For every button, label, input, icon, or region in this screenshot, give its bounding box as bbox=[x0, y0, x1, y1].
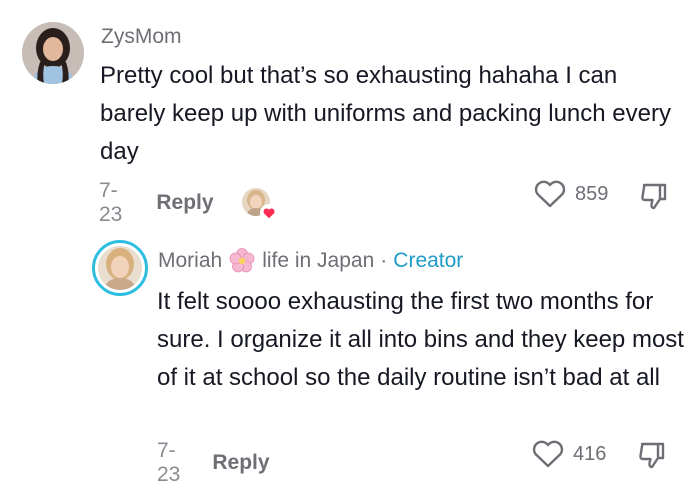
creator-badge: Creator bbox=[393, 249, 464, 272]
comment-meta: 7-23 Reply bbox=[157, 439, 270, 487]
cherry-blossom-icon bbox=[229, 248, 255, 273]
separator-dot: · bbox=[380, 249, 388, 272]
like-count: 859 bbox=[575, 182, 609, 205]
like-group: 859 bbox=[533, 179, 608, 209]
comment-text: It felt soooo exhausting the first two m… bbox=[157, 288, 684, 391]
comment-meta: 7-23 Reply bbox=[99, 179, 278, 227]
heart-outline-icon[interactable] bbox=[533, 179, 567, 209]
comment-username[interactable]: ZysMom bbox=[101, 25, 182, 49]
comment-text: Pretty cool but that’s so exhausting hah… bbox=[100, 62, 671, 165]
heart-badge-icon bbox=[259, 204, 278, 222]
user-avatar[interactable] bbox=[22, 22, 84, 84]
like-group: 416 bbox=[531, 439, 606, 469]
reply-button[interactable]: Reply bbox=[212, 451, 269, 475]
comment-username-suffix: life in Japan bbox=[262, 249, 375, 272]
reply-button[interactable]: Reply bbox=[156, 191, 213, 215]
thumbs-down-icon[interactable] bbox=[636, 439, 668, 471]
comment-username[interactable]: Moriah bbox=[158, 249, 222, 273]
like-count: 416 bbox=[573, 442, 607, 465]
creator-avatar[interactable] bbox=[92, 240, 148, 296]
comment-date: 7-23 bbox=[157, 439, 181, 486]
comment-date: 7-23 bbox=[99, 179, 123, 226]
heart-outline-icon[interactable] bbox=[531, 439, 565, 469]
creator-liked-avatar bbox=[241, 188, 278, 222]
thumbs-down-icon[interactable] bbox=[638, 180, 670, 212]
comment-username-row: Moriah life in Japan · Creator bbox=[158, 247, 463, 275]
